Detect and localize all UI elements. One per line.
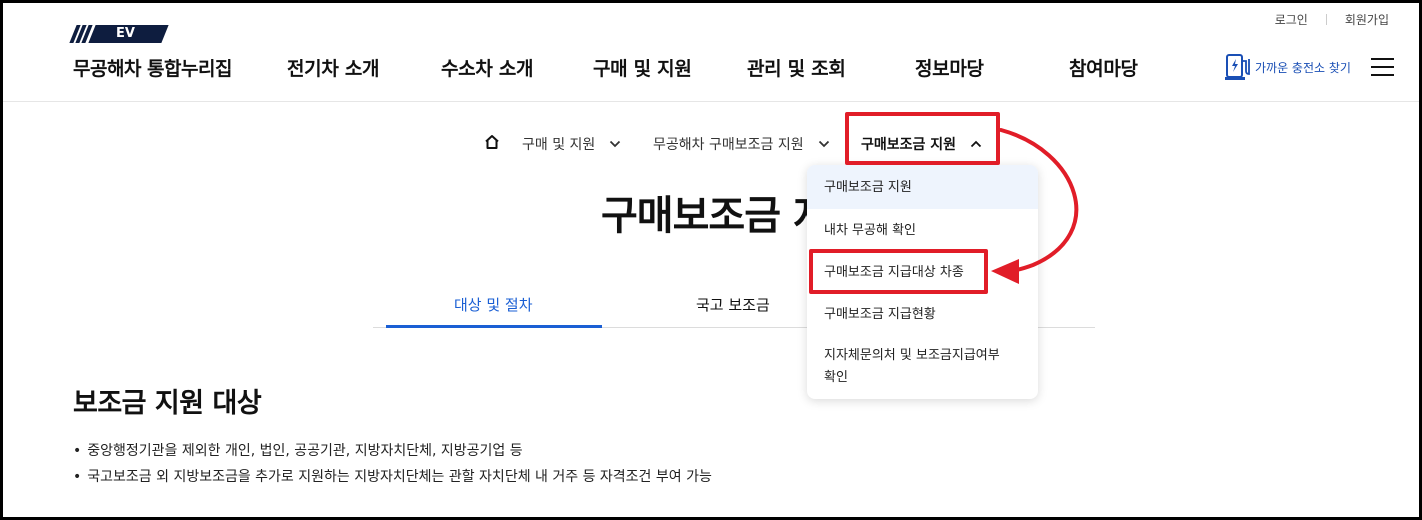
tab-national-subsidy[interactable]: 국고 보조금 xyxy=(696,294,770,315)
active-tab-indicator xyxy=(386,325,602,328)
list-item: 중앙행정기관을 제외한 개인, 법인, 공공기관, 지방자치단체, 지방공기업 … xyxy=(73,438,712,464)
login-link[interactable]: 로그인 xyxy=(1275,11,1308,28)
nav-item-purchase-support[interactable]: 구매 및 지원 xyxy=(593,54,692,81)
chevron-down-icon xyxy=(818,140,829,148)
nav-item-hydrogen-intro[interactable]: 수소차 소개 xyxy=(441,54,534,81)
nav-item-participation[interactable]: 참여마당 xyxy=(1069,54,1138,81)
logo-slashes xyxy=(69,25,93,43)
nav-item-manage-lookup[interactable]: 관리 및 조회 xyxy=(747,54,846,81)
list-item: 국고보조금 외 지방보조금을 추가로 지원하는 지방자치단체는 관할 자치단체 … xyxy=(73,464,712,490)
ev-charger-icon xyxy=(1225,54,1250,80)
site-logo[interactable]: EV 무공해차 통합누리집 xyxy=(69,24,232,81)
browser-viewport: 로그인 회원가입 EV 무공해차 통합누리집 전기차 소개 수소차 소개 구매 … xyxy=(0,0,1422,520)
breadcrumb-item-purchase-support[interactable]: 구매 및 지원 xyxy=(522,134,621,154)
hamburger-icon[interactable] xyxy=(1371,58,1394,76)
ev-logo-mark: EV xyxy=(69,24,232,44)
nav-item-info[interactable]: 정보마당 xyxy=(915,54,984,81)
dropdown-item-subsidy-support[interactable]: 구매보조금 지원 xyxy=(807,165,1038,209)
header-divider xyxy=(3,101,1419,102)
dropdown-item-local-contacts[interactable]: 지자체문의처 및 보조금지급여부 확인 xyxy=(807,337,1038,395)
signup-link[interactable]: 회원가입 xyxy=(1345,11,1389,28)
dropdown-item-payment-status[interactable]: 구매보조금 지급현황 xyxy=(807,293,1038,335)
breadcrumb-item-subsidy-support[interactable]: 무공해차 구매보조금 지원 xyxy=(653,134,830,154)
eligibility-list: 중앙행정기관을 제외한 개인, 법인, 공공기관, 지방자치단체, 지방공기업 … xyxy=(73,438,712,490)
logo-ev-text: EV xyxy=(116,26,135,41)
dropdown-item-check-my-car[interactable]: 내차 무공해 확인 xyxy=(807,209,1038,251)
breadcrumb-label: 무공해차 구매보조금 지원 xyxy=(653,137,804,153)
utility-divider xyxy=(1325,14,1327,25)
utility-links: 로그인 회원가입 xyxy=(1275,11,1389,28)
breadcrumb-label: 구매 및 지원 xyxy=(522,137,596,153)
chevron-down-icon xyxy=(610,140,621,148)
tab-target-procedure[interactable]: 대상 및 절차 xyxy=(454,294,533,315)
nearby-charger-link[interactable]: 가까운 충전소 찾기 xyxy=(1225,53,1351,81)
page-title: 구매보조금 지 xyxy=(601,193,830,239)
logo-text: 무공해차 통합누리집 xyxy=(73,58,232,80)
nearby-charger-label: 가까운 충전소 찾기 xyxy=(1255,60,1351,75)
home-icon[interactable] xyxy=(484,134,500,150)
highlight-box-eligible-models xyxy=(809,249,988,294)
nav-item-ev-intro[interactable]: 전기차 소개 xyxy=(287,54,380,81)
highlight-box-current-breadcrumb xyxy=(845,112,1000,165)
section-title: 보조금 지원 대상 xyxy=(73,388,262,419)
